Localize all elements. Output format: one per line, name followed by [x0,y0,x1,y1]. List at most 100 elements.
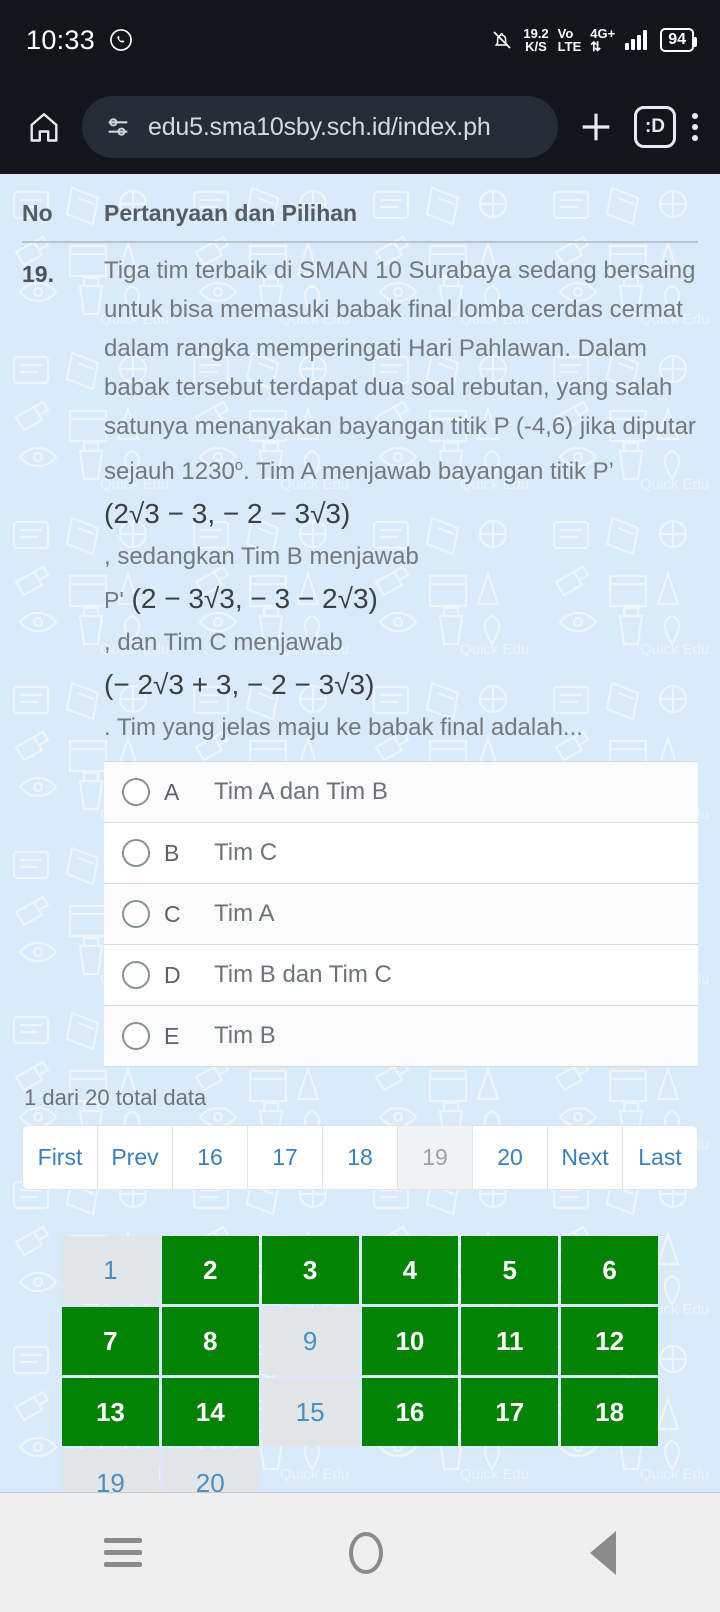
battery-indicator: 94 [660,28,697,52]
answer-option-c[interactable]: C Tim A [104,884,698,945]
answer-option-d[interactable]: D Tim B dan Tim C [104,945,698,1006]
grid-cell-1[interactable]: 1 [62,1236,159,1304]
home-icon[interactable] [22,105,66,149]
grid-cell-18[interactable]: 18 [561,1378,658,1446]
radio-button-a[interactable] [122,778,150,806]
tab-count-button[interactable]: :D [634,106,676,148]
question-row: 19. Tiga tim terbaik di SMAN 10 Surabaya… [22,251,698,1067]
pagination-next[interactable]: Next [548,1126,623,1189]
volte-top: Vo [557,25,574,41]
grid-cell-20[interactable]: 20 [161,1449,259,1492]
header-divider [22,241,698,243]
angle-value: 1230 [181,458,235,485]
data-arrows-icon: ⇅ [590,39,602,54]
grid-cell-15[interactable]: 15 [261,1378,359,1446]
after-angle-text: . Tim A menjawab bayangan titik P’ [243,458,615,485]
angle-unit: o [234,457,244,474]
radio-button-e[interactable] [122,1022,150,1050]
back-triangle-icon[interactable] [590,1530,617,1575]
three-dot-menu-icon[interactable] [692,113,698,141]
grid-cell-empty-3 [461,1449,558,1492]
grid-cell-8[interactable]: 8 [161,1307,259,1375]
answer-options-list: A Tim A dan Tim B B Tim C C Tim A D Tim … [104,761,698,1067]
math-expression-b: (2 − 3√3, − 3 − 2√3) [131,583,378,614]
grid-cell-9[interactable]: 9 [261,1307,359,1375]
grid-cell-14[interactable]: 14 [161,1378,259,1446]
status-bar-left: 10:33 [26,25,134,56]
network-type-label: 4G+ [590,25,616,41]
url-text[interactable]: edu5.sma10sby.sch.id/index.ph [148,113,491,142]
option-text-d: Tim B dan Tim C [214,961,392,988]
option-text-c: Tim A [214,900,275,927]
home-circle-icon[interactable] [348,1531,383,1574]
volte-indicator: Vo LTE [557,25,582,54]
pagination-page-16[interactable]: 16 [173,1126,248,1189]
grid-cell-16[interactable]: 16 [361,1378,459,1446]
mid-text-2: , dan Tim C menjawab [104,629,343,656]
network-speed-unit: K/S [525,39,547,54]
answer-option-a[interactable]: A Tim A dan Tim B [104,762,698,823]
network-speed: 19.2 K/S [523,25,549,54]
question-paragraph: Tiga tim terbaik di SMAN 10 Surabaya sed… [104,257,696,485]
option-letter-e: E [164,1022,180,1049]
question-tail-text: . Tim yang jelas maju ke babak final ada… [104,714,583,741]
question-number: 19. [22,261,54,287]
grid-cell-3[interactable]: 3 [261,1236,359,1304]
grid-cell-19[interactable]: 19 [62,1449,159,1492]
grid-cell-7[interactable]: 7 [62,1307,159,1375]
question-text: Tiga tim terbaik di SMAN 10 Surabaya sed… [104,251,698,747]
option-text-a: Tim A dan Tim B [214,778,388,805]
plus-icon[interactable] [574,105,618,149]
option-text-e: Tim B [214,1022,276,1049]
page-content: Quick Edu No Pertanyaan dan Pilihan 19. … [0,174,720,1492]
option-letter-d: D [164,961,181,988]
radio-button-d[interactable] [122,961,150,989]
grid-cell-empty-4 [561,1449,658,1492]
network-speed-value: 19.2 [523,25,549,41]
whatsapp-icon [110,29,132,51]
grid-cell-11[interactable]: 11 [461,1307,559,1375]
grid-cell-13[interactable]: 13 [62,1378,159,1446]
answer-option-e[interactable]: E Tim B [104,1006,698,1067]
grid-cell-2[interactable]: 2 [161,1236,259,1304]
column-header-no: No [22,200,53,226]
radio-button-b[interactable] [122,839,150,867]
pagination-first[interactable]: First [23,1126,98,1189]
grid-cell-empty-2 [362,1449,459,1492]
android-nav-bar [0,1492,720,1612]
grid-cell-10[interactable]: 10 [361,1307,459,1375]
grid-cell-empty-1 [262,1449,359,1492]
pagination-prev[interactable]: Prev [98,1126,173,1189]
phone-screen: 10:33 19.2 K/S Vo LTE 4G+ ⇅ 94 edu5.sma1… [0,0,720,1612]
mid-text-1: , sedangkan Tim B menjawab [104,543,419,570]
grid-cell-12[interactable]: 12 [561,1307,658,1375]
option-letter-a: A [164,778,180,805]
pagination-page-18[interactable]: 18 [323,1126,398,1189]
signal-bars-icon [625,30,648,50]
grid-cell-17[interactable]: 17 [461,1378,559,1446]
question-table-header: No Pertanyaan dan Pilihan [22,174,698,241]
radio-button-c[interactable] [122,900,150,928]
volte-bottom: LTE [557,39,582,54]
question-number-grid: 1 2 3 4 5 6 7 8 9 10 11 12 13 14 15 16 1… [22,1236,698,1492]
grid-cell-6[interactable]: 6 [561,1236,658,1304]
pagination-page-20[interactable]: 20 [473,1126,548,1189]
grid-cell-4[interactable]: 4 [361,1236,459,1304]
status-clock: 10:33 [26,24,96,55]
pagination-last[interactable]: Last [623,1126,697,1189]
grid-cell-5[interactable]: 5 [461,1236,559,1304]
status-bar-right: 19.2 K/S Vo LTE 4G+ ⇅ 94 [490,25,697,54]
bell-muted-icon [493,31,511,49]
option-letter-b: B [164,839,180,866]
site-settings-icon[interactable] [104,113,132,141]
answer-option-b[interactable]: B Tim C [104,823,698,884]
pagination-bar: First Prev 16 17 18 19 20 Next Last [22,1125,698,1190]
browser-toolbar: edu5.sma10sby.sch.id/index.ph :D [0,80,720,174]
quiz-content: No Pertanyaan dan Pilihan 19. Tiga tim t… [0,174,720,1492]
p-prime-label: P' [104,587,124,613]
pagination-page-17[interactable]: 17 [248,1126,323,1189]
url-bar[interactable]: edu5.sma10sby.sch.id/index.ph [82,96,558,158]
pagination-page-19[interactable]: 19 [398,1126,473,1189]
recents-icon[interactable] [103,1531,142,1574]
option-text-b: Tim C [214,839,278,866]
